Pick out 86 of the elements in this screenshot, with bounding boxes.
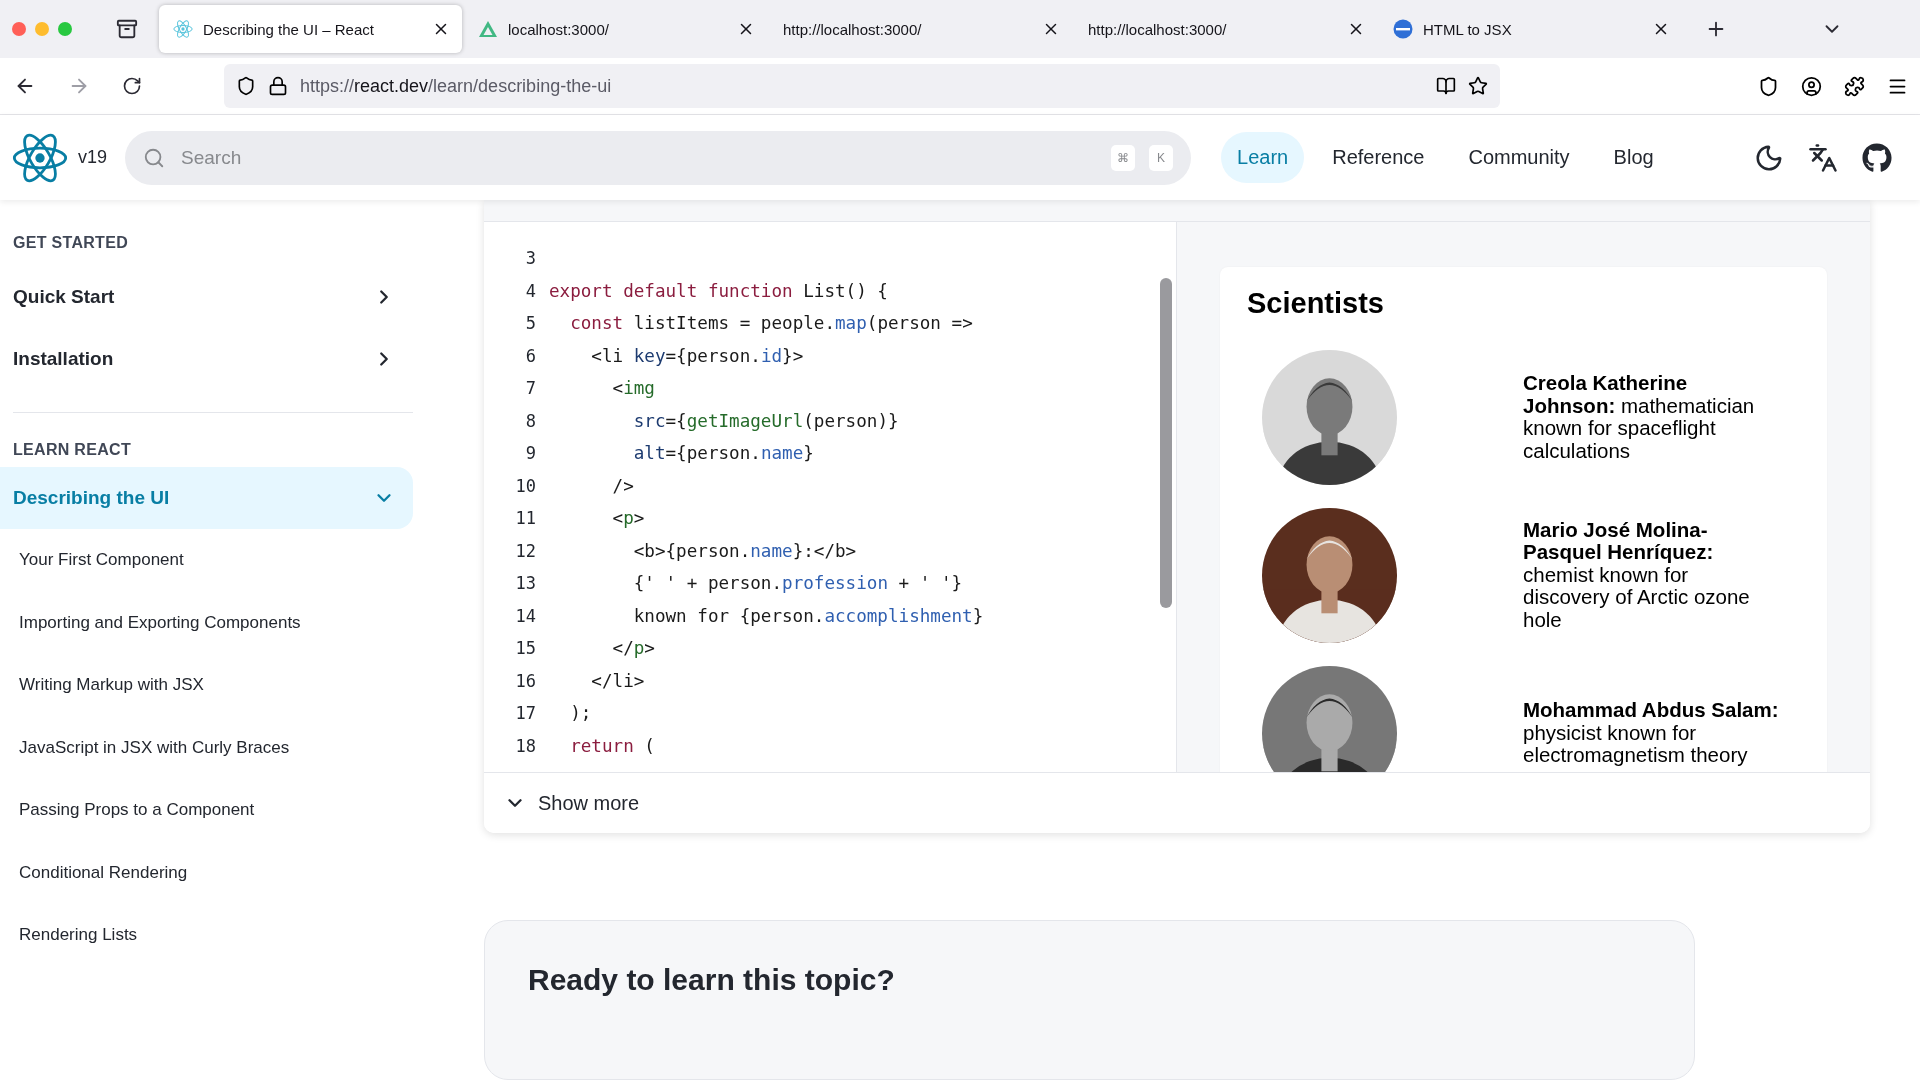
- preview-title: Scientists: [1247, 287, 1385, 320]
- shortcut-key: ⌘: [1111, 144, 1136, 171]
- line-number: 11: [514, 508, 536, 529]
- tab-title: HTML to JSX: [1423, 20, 1513, 38]
- line-number: 6: [524, 345, 536, 366]
- search-icon: [143, 146, 166, 169]
- browser-tab[interactable]: http://localhost:3000/: [1074, 5, 1377, 53]
- code-line: <p>: [611, 508, 645, 529]
- code-line: />: [611, 475, 634, 496]
- line-number: 16: [514, 670, 536, 691]
- line-number: 15: [514, 638, 536, 659]
- card-title: Ready to learn this topic?: [528, 963, 896, 997]
- sidebar-item[interactable]: Describing the UI: [0, 467, 413, 529]
- code-line: {' ' + person.profession + ' '}: [632, 573, 963, 594]
- line-number: 7: [524, 378, 536, 399]
- scientist-description: Mohammad Abdus Salam: physicist known for electromagnetism theory: [1523, 699, 1779, 767]
- line-number: 14: [514, 605, 536, 626]
- sidebar-subitem[interactable]: Your First Component: [0, 529, 415, 592]
- line-number: 12: [514, 540, 536, 561]
- extensions-icon[interactable]: [1844, 75, 1865, 97]
- browser-tab[interactable]: Describing the UI – React: [159, 5, 462, 53]
- window-control[interactable]: [12, 22, 26, 36]
- shortcut-key: K: [1149, 144, 1174, 171]
- search-field[interactable]: Search ⌘ K: [125, 130, 1192, 185]
- scientist-description: Mario José Molina-Pasquel Henríquez: chemist known for discovery of Arctic ozone hole: [1523, 518, 1751, 632]
- browser-tab[interactable]: HTML to JSX: [1379, 5, 1682, 53]
- reader-view-icon[interactable]: [1436, 76, 1456, 96]
- line-number: 4: [524, 280, 536, 301]
- sidebar-item[interactable]: Quick Start: [0, 266, 413, 328]
- reload-icon: [122, 76, 142, 96]
- line-number: 18: [514, 735, 536, 756]
- code-line: alt={person.name}: [632, 443, 814, 464]
- nav-link[interactable]: Learn: [1221, 132, 1305, 183]
- tab-title: http://localhost:3000/: [783, 20, 923, 38]
- browser-tab[interactable]: http://localhost:3000/: [769, 5, 1072, 53]
- code-line: src={getImageUrl(person)}: [632, 410, 899, 431]
- triangle-icon: [478, 20, 498, 38]
- nav-link[interactable]: Blog: [1597, 132, 1670, 183]
- shield-icon[interactable]: [236, 76, 256, 96]
- line-number: 17: [514, 703, 536, 724]
- nav-link[interactable]: Reference: [1316, 132, 1441, 183]
- tab-title: Describing the UI – React: [203, 20, 375, 38]
- search-input[interactable]: Search: [179, 145, 1098, 170]
- line-number: 5: [524, 313, 536, 334]
- line-number: 3: [524, 248, 536, 269]
- code-line: </li>: [590, 670, 645, 691]
- sidebar-subitem[interactable]: Conditional Rendering: [0, 841, 415, 904]
- sidebar-subitem[interactable]: Writing Markup with JSX: [0, 654, 415, 717]
- sidebar-item[interactable]: Installation: [0, 328, 413, 390]
- code-line: <b>{person.name}:</b>: [632, 540, 857, 561]
- line-number: 13: [514, 573, 536, 594]
- scrollbar-thumb[interactable]: [1159, 278, 1172, 608]
- tab-title: localhost:3000/: [508, 20, 610, 38]
- code-line: <img: [611, 378, 655, 399]
- tab-title: http://localhost:3000/: [1088, 20, 1228, 38]
- code-line: );: [569, 703, 592, 724]
- section-heading: GET STARTED: [12, 233, 129, 253]
- react-logo-icon[interactable]: [12, 131, 68, 184]
- version-label: v19: [78, 147, 108, 168]
- line-number: 8: [524, 410, 536, 431]
- url-text: https://react.dev/learn/describing-the-ui: [300, 75, 613, 97]
- code-line: <li key={person.id}>: [590, 345, 804, 366]
- react-icon: [173, 19, 193, 39]
- address-bar[interactable]: https://react.dev/learn/describing-the-ui: [224, 64, 1500, 108]
- lock-icon[interactable]: [268, 76, 288, 96]
- sidebar-subitem[interactable]: JavaScript in JSX with Curly Braces: [0, 716, 415, 779]
- code-line: </p>: [611, 638, 655, 659]
- box-icon: [116, 18, 138, 40]
- browser-tab[interactable]: localhost:3000/: [464, 5, 767, 53]
- account-icon[interactable]: [1801, 75, 1822, 97]
- section-heading: LEARN REACT: [12, 440, 132, 460]
- show-more-button[interactable]: Show more: [484, 772, 1870, 833]
- github-icon[interactable]: [1862, 142, 1892, 173]
- bookmark-star-icon[interactable]: [1468, 76, 1488, 96]
- scientist-description: Creola Katherine Johnson: mathematician known for spaceflight calculations: [1523, 372, 1756, 462]
- code-line: return (: [569, 735, 655, 756]
- sidebar-subitem[interactable]: Rendering Lists: [0, 904, 415, 967]
- line-number: 9: [524, 443, 536, 464]
- code-line: export default function List() {: [549, 280, 888, 301]
- code-line: const listItems = people.map(person =>: [569, 313, 973, 334]
- sidebar-subitem[interactable]: Passing Props to a Component: [0, 779, 415, 842]
- code-line: known for {person.accomplishment}: [632, 605, 984, 626]
- sidebar-subitem[interactable]: Importing and Exporting Components: [0, 591, 415, 654]
- nav-link[interactable]: Community: [1452, 132, 1586, 183]
- line-number: 10: [514, 475, 536, 496]
- translate-icon[interactable]: [1808, 142, 1838, 173]
